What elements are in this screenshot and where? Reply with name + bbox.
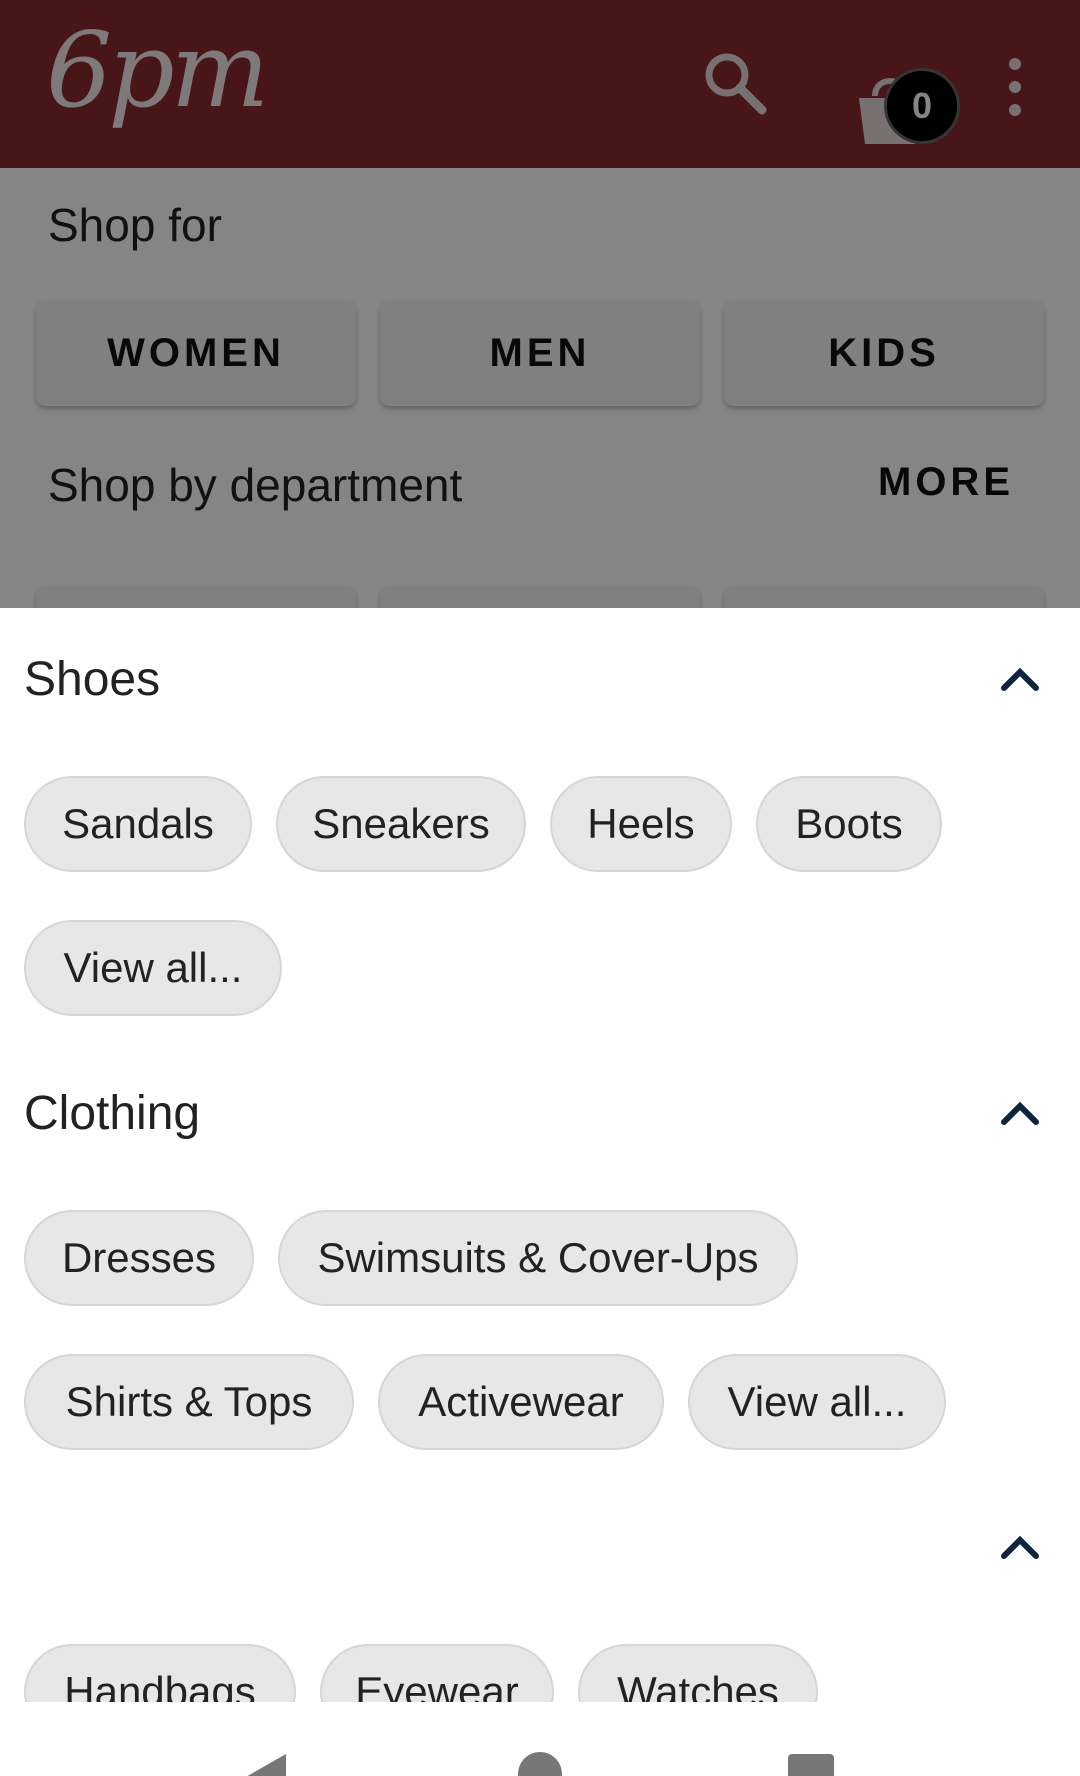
category-bottom-sheet: Shoes Sandals Sneakers Heels Boots View … bbox=[0, 608, 1080, 1702]
modal-scrim[interactable] bbox=[0, 0, 1080, 608]
back-icon[interactable] bbox=[240, 1750, 290, 1776]
chevron-up-icon[interactable] bbox=[996, 1090, 1044, 1138]
section-title-shoes: Shoes bbox=[24, 653, 161, 706]
chip-sneakers[interactable]: Sneakers bbox=[276, 776, 526, 872]
home-icon[interactable] bbox=[518, 1752, 562, 1776]
chip-view-all-clothing[interactable]: View all... bbox=[688, 1354, 946, 1450]
chip-swimsuits[interactable]: Swimsuits & Cover-Ups bbox=[278, 1210, 798, 1306]
chevron-up-icon[interactable] bbox=[996, 656, 1044, 704]
chip-handbags[interactable]: Handbags bbox=[24, 1644, 296, 1702]
chip-view-all-shoes[interactable]: View all... bbox=[24, 920, 282, 1016]
chip-watches[interactable]: Watches bbox=[578, 1644, 818, 1702]
chip-boots[interactable]: Boots bbox=[756, 776, 942, 872]
recents-icon[interactable] bbox=[788, 1754, 834, 1776]
chip-eyewear[interactable]: Eyewear bbox=[320, 1644, 554, 1702]
system-nav-bar bbox=[0, 1702, 1080, 1776]
chip-dresses[interactable]: Dresses bbox=[24, 1210, 254, 1306]
section-title-clothing: Clothing bbox=[24, 1087, 201, 1140]
chip-sandals[interactable]: Sandals bbox=[24, 776, 252, 872]
chip-activewear[interactable]: Activewear bbox=[378, 1354, 664, 1450]
chevron-up-icon[interactable] bbox=[996, 1524, 1044, 1572]
chip-shirts-tops[interactable]: Shirts & Tops bbox=[24, 1354, 354, 1450]
chip-heels[interactable]: Heels bbox=[550, 776, 732, 872]
